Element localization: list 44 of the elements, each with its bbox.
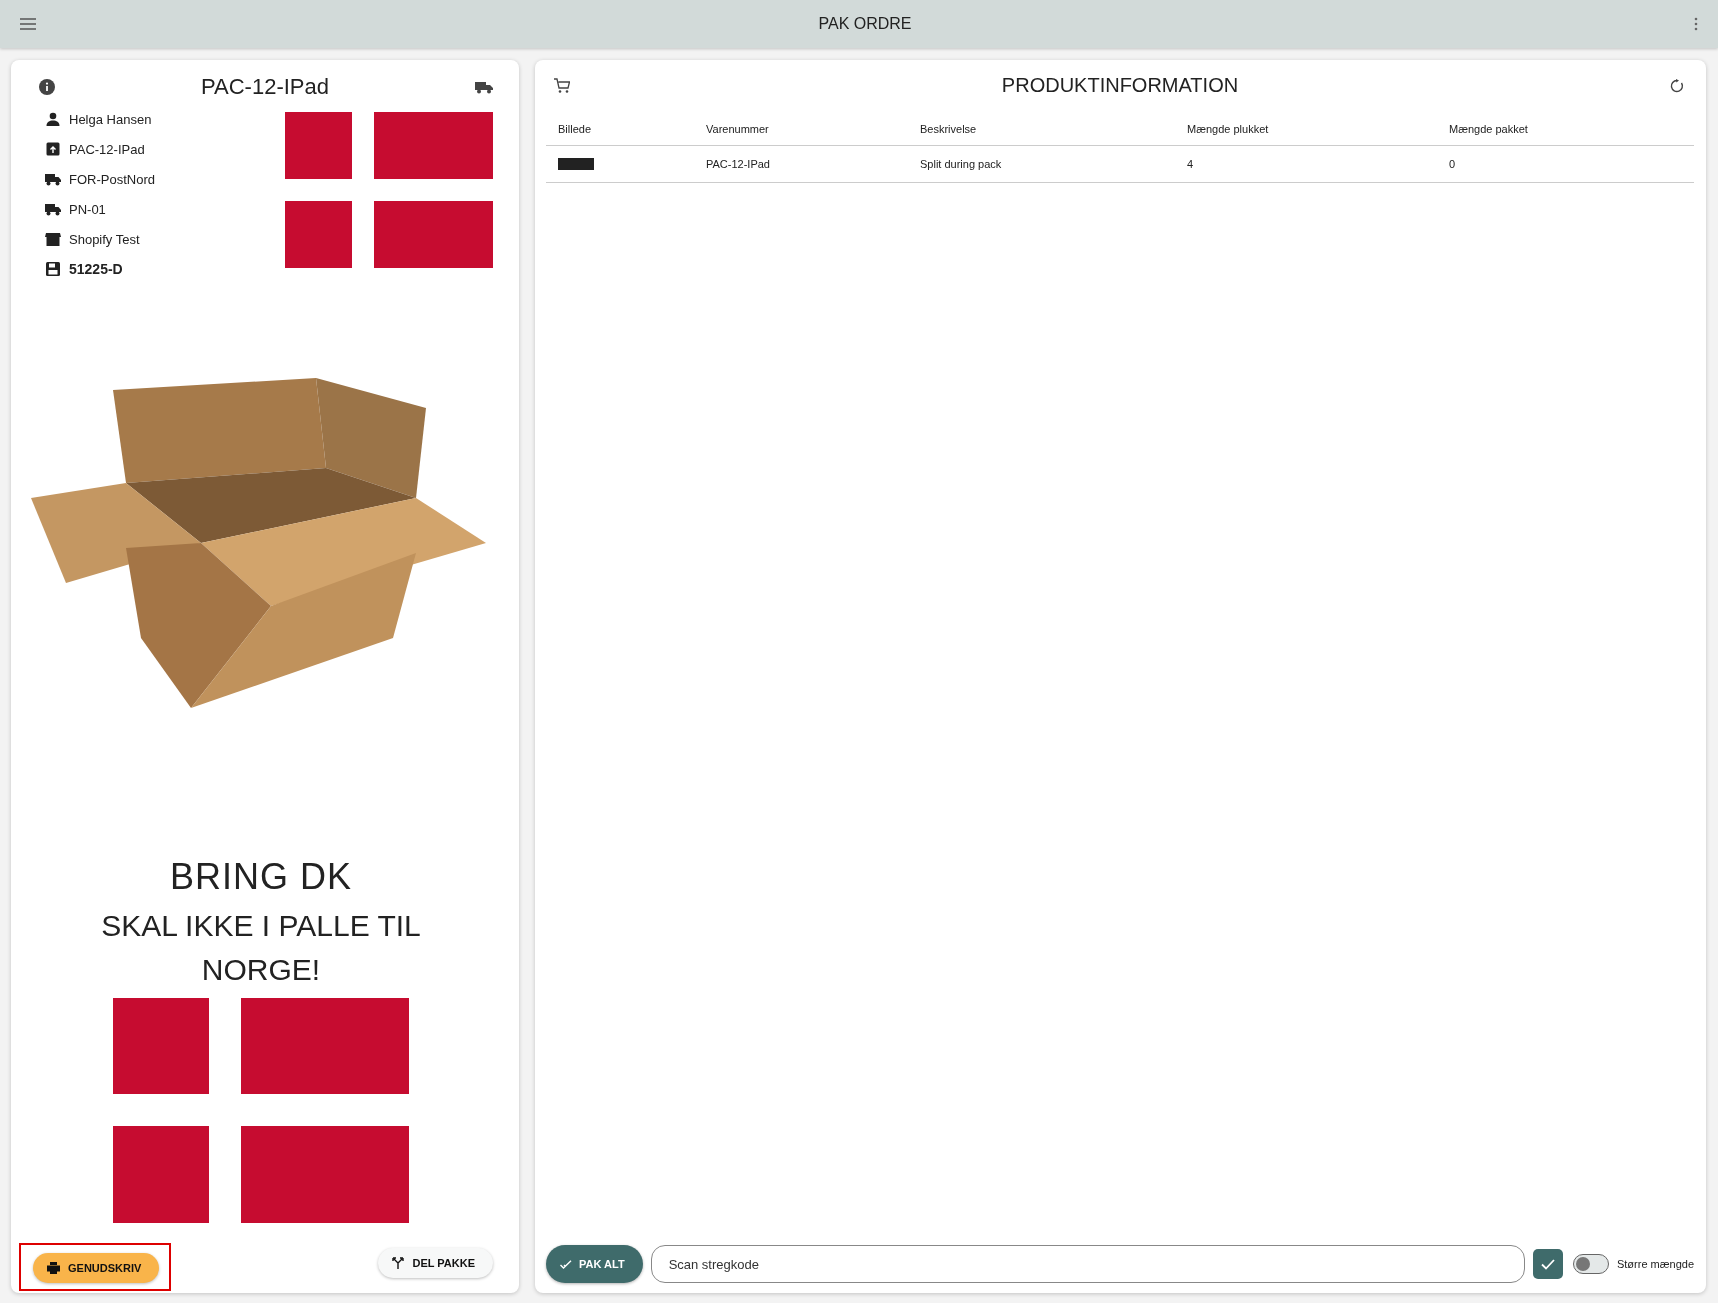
- carrier-instruction: SKAL IKKE I PALLE TIL NORGE!: [100, 908, 422, 988]
- detail-text: FOR-PostNord: [69, 171, 155, 187]
- package-icon: [45, 141, 61, 157]
- refresh-icon[interactable]: [1670, 78, 1684, 93]
- info-icon[interactable]: [39, 79, 55, 95]
- detail-text: Helga Hansen: [69, 111, 152, 127]
- store-icon: [45, 231, 61, 247]
- detail-text: PAC-12-IPad: [69, 141, 145, 157]
- toggle-label: Større mængde: [1616, 1258, 1694, 1270]
- column-header: Beskrivelse: [908, 113, 1175, 146]
- order-title: PAC-12-IPad: [201, 74, 329, 100]
- detail-text: PN-01: [69, 201, 106, 217]
- column-header: Billede: [546, 113, 694, 146]
- toggle-switch[interactable]: [1572, 1254, 1609, 1274]
- product-thumbnail: [558, 158, 594, 170]
- confirm-button[interactable]: [1532, 1249, 1563, 1279]
- column-header: Varenummer: [694, 113, 908, 146]
- carrier-title: BRING DK: [169, 856, 353, 898]
- cart-icon[interactable]: [554, 77, 570, 94]
- save-icon: [45, 261, 61, 277]
- detail-text: Shopify Test: [69, 231, 140, 247]
- truck-icon: [45, 171, 61, 187]
- reprint-button[interactable]: GENUDSKRIV: [33, 1253, 160, 1283]
- menu-icon[interactable]: [20, 18, 36, 30]
- app-title: PAK ORDRE: [818, 15, 912, 33]
- column-header: Mængde pakket: [1437, 113, 1694, 146]
- more-options-icon[interactable]: [1694, 17, 1698, 31]
- truck-icon: [45, 201, 61, 217]
- truck-icon[interactable]: [475, 80, 493, 94]
- person-icon: [45, 111, 61, 127]
- split-arrows-icon: [392, 1257, 405, 1269]
- pack-all-button[interactable]: PAK ALT: [546, 1245, 643, 1283]
- detail-text: 51225-D: [69, 261, 123, 277]
- split-package-button[interactable]: DEL PAKKE: [378, 1248, 493, 1278]
- table-cell: Split during pack: [908, 145, 1175, 183]
- check-icon: [1540, 1258, 1555, 1270]
- table-cell: PAC-12-IPad: [694, 145, 908, 183]
- double-check-icon: [560, 1259, 572, 1269]
- printer-icon: [47, 1262, 60, 1274]
- scan-barcode-field[interactable]: Scan stregkode: [650, 1245, 1525, 1283]
- table-cell: 0: [1437, 145, 1694, 183]
- product-title: PRODUKTINFORMATION: [1001, 74, 1239, 97]
- table-cell: 4: [1175, 145, 1437, 183]
- column-header: Mængde plukket: [1175, 113, 1437, 146]
